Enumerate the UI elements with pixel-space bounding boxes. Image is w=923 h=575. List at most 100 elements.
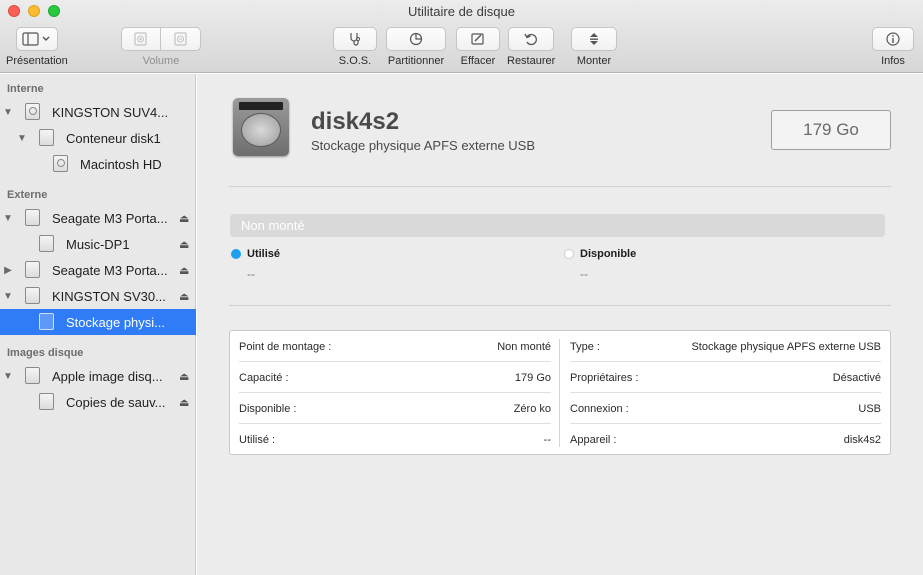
info-value: disk4s2 xyxy=(843,433,881,446)
info-key: Appareil : xyxy=(570,433,617,446)
volume-group: Volume xyxy=(121,27,201,67)
sidebar: Interne ▼ KINGSTON SUV4... ▼ Conteneur d… xyxy=(0,74,196,575)
mount-button[interactable] xyxy=(571,27,617,51)
divider xyxy=(229,186,891,187)
sidebar-item-seagate-2[interactable]: ▶ Seagate M3 Porta... ⏏ xyxy=(0,257,196,283)
sidebar-item-label: Conteneur disk1 xyxy=(66,130,161,146)
info-key: Point de montage : xyxy=(239,340,332,353)
sidebar-toggle-icon xyxy=(22,32,50,46)
disclosure-triangle-icon[interactable]: ▼ xyxy=(3,213,13,224)
disclosure-triangle-icon[interactable]: ▼ xyxy=(17,133,27,144)
info-label: Infos xyxy=(881,55,905,67)
external-disk-icon xyxy=(25,287,40,304)
disk-image-icon xyxy=(25,367,40,384)
sidebar-item-apple-image[interactable]: ▼ Apple image disq... ⏏ xyxy=(0,363,196,389)
eject-icon[interactable]: ⏏ xyxy=(179,370,189,383)
info-key: Capacité : xyxy=(239,371,289,384)
info-column-left: Point de montage : Non monté Capacité : … xyxy=(230,331,560,454)
info-key: Propriétaires : xyxy=(570,371,639,384)
sidebar-item-kingston-sv30[interactable]: ▼ KINGSTON SV30... ⏏ xyxy=(0,283,196,309)
sos-label: S.O.S. xyxy=(338,55,372,67)
mount-group: Monter xyxy=(571,27,617,67)
sidebar-item-label: Music-DP1 xyxy=(66,236,130,252)
hard-drive-icon xyxy=(233,98,289,156)
sos-group: S.O.S. xyxy=(333,27,377,67)
sos-button[interactable] xyxy=(333,27,377,51)
info-row-type: Type : Stockage physique APFS externe US… xyxy=(561,331,890,362)
info-value: -- xyxy=(543,433,551,446)
available-color-dot xyxy=(564,249,574,259)
restore-icon xyxy=(524,33,538,46)
presentation-label: Présentation xyxy=(6,55,68,67)
volume-label: Volume xyxy=(142,55,180,67)
eject-icon[interactable]: ⏏ xyxy=(179,212,189,225)
sidebar-item-label: Macintosh HD xyxy=(80,156,162,172)
eject-icon[interactable]: ⏏ xyxy=(179,396,189,409)
disclosure-triangle-icon[interactable]: ▶ xyxy=(3,265,13,276)
eject-icon[interactable]: ⏏ xyxy=(179,238,189,251)
partition-button[interactable] xyxy=(386,27,446,51)
remove-volume-button[interactable] xyxy=(161,27,201,51)
disclosure-triangle-icon[interactable]: ▼ xyxy=(3,291,13,302)
sidebar-item-container-disk1[interactable]: ▼ Conteneur disk1 xyxy=(0,125,196,151)
available-value: -- xyxy=(580,267,588,281)
volume-name: disk4s2 xyxy=(311,108,400,135)
erase-label: Effacer xyxy=(460,55,496,67)
section-disk-images: Images disque xyxy=(7,347,84,359)
presentation-button[interactable] xyxy=(15,27,58,51)
eject-icon[interactable]: ⏏ xyxy=(179,264,189,277)
sidebar-item-label: Seagate M3 Porta... xyxy=(52,262,168,278)
sidebar-item-kingston-suv4[interactable]: ▼ KINGSTON SUV4... xyxy=(0,99,196,125)
info-button[interactable] xyxy=(872,27,914,51)
main-panel: disk4s2 Stockage physique APFS externe U… xyxy=(197,74,923,575)
info-value: Non monté xyxy=(497,340,551,353)
sidebar-item-label: Seagate M3 Porta... xyxy=(52,210,168,226)
volume-disk-icon xyxy=(39,393,54,410)
info-row-available: Disponible : Zéro ko xyxy=(230,393,560,424)
section-internal: Interne xyxy=(7,83,44,95)
sidebar-item-backups[interactable]: Copies de sauv... ⏏ xyxy=(0,389,196,415)
info-column-right: Type : Stockage physique APFS externe US… xyxy=(561,331,891,454)
sidebar-item-label: KINGSTON SUV4... xyxy=(52,104,169,120)
add-volume-button[interactable] xyxy=(121,27,161,51)
sidebar-item-macintosh-hd[interactable]: Macintosh HD xyxy=(0,151,196,177)
info-row-used: Utilisé : -- xyxy=(230,424,560,455)
external-disk-icon xyxy=(25,261,40,278)
info-value: Désactivé xyxy=(832,371,881,384)
section-external: Externe xyxy=(7,189,48,201)
info-row-connection: Connexion : USB xyxy=(561,393,890,424)
volume-disk-icon xyxy=(39,235,54,252)
partition-group: Partitionner xyxy=(386,27,446,67)
sidebar-item-physical-store[interactable]: Stockage physi... xyxy=(0,309,196,335)
info-row-owners: Propriétaires : Désactivé xyxy=(561,362,890,393)
sidebar-item-label: KINGSTON SV30... xyxy=(52,288,166,304)
info-key: Connexion : xyxy=(570,402,629,415)
sidebar-item-label: Copies de sauv... xyxy=(66,394,166,410)
info-group: Infos xyxy=(872,27,914,67)
legend-used: Utilisé xyxy=(231,248,280,260)
stethoscope-icon xyxy=(350,33,361,46)
info-row-mount-point: Point de montage : Non monté xyxy=(230,331,560,362)
sidebar-item-music-dp1[interactable]: Music-DP1 ⏏ xyxy=(0,231,196,257)
erase-icon xyxy=(471,33,484,45)
info-key: Disponible : xyxy=(239,402,297,415)
restore-button[interactable] xyxy=(508,27,555,51)
info-key: Type : xyxy=(570,340,600,353)
internal-disk-icon xyxy=(53,155,68,172)
info-icon xyxy=(886,32,900,46)
window-titlebar: Utilitaire de disque Présentation Volume… xyxy=(0,0,923,73)
restore-label: Restaurer xyxy=(507,55,556,67)
restore-group: Restaurer xyxy=(507,27,555,67)
legend-used-label: Utilisé xyxy=(247,248,281,260)
sidebar-item-seagate-1[interactable]: ▼ Seagate M3 Porta... ⏏ xyxy=(0,205,196,231)
erase-button[interactable] xyxy=(456,27,500,51)
pie-chart-icon xyxy=(409,32,423,46)
external-disk-icon xyxy=(25,209,40,226)
eject-icon[interactable]: ⏏ xyxy=(179,290,189,303)
disclosure-triangle-icon[interactable]: ▼ xyxy=(3,107,13,118)
disclosure-triangle-icon[interactable]: ▼ xyxy=(3,371,13,382)
usage-bar: Non monté xyxy=(230,214,885,237)
info-value: Stockage physique APFS externe USB xyxy=(691,340,881,353)
info-row-capacity: Capacité : 179 Go xyxy=(230,362,560,393)
presentation-group: Présentation xyxy=(6,27,68,67)
